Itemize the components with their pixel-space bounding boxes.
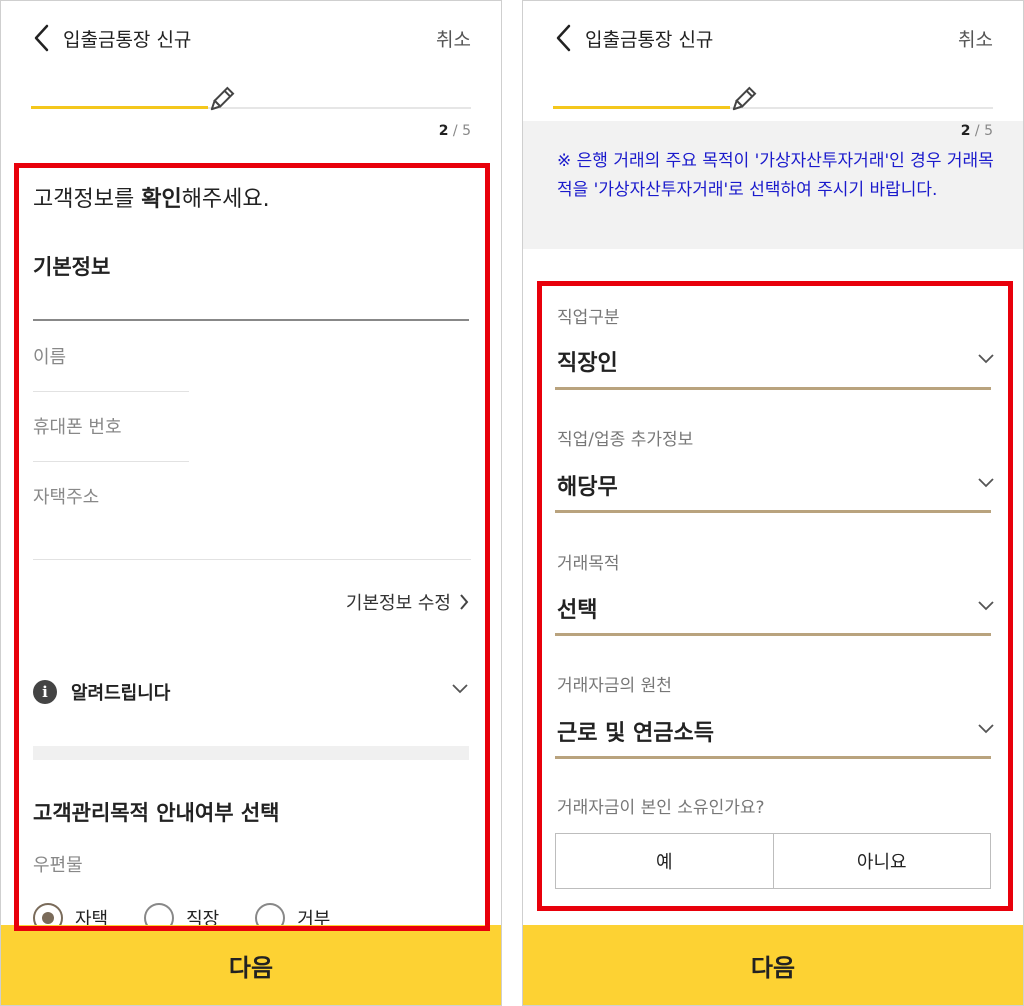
progress-track xyxy=(553,106,993,109)
next-button[interactable]: 다음 xyxy=(523,925,1023,1005)
notice-text: ※ 은행 거래의 주요 목적이 '가상자산투자거래'인 경우 거래목적을 '가상… xyxy=(557,151,994,200)
progress-fill xyxy=(553,106,730,109)
highlight-box xyxy=(537,281,1013,911)
step-total: / 5 xyxy=(452,123,471,139)
header: 입출금통장 신규 취소 xyxy=(523,1,1023,73)
left-screen: 입출금통장 신규 취소 2 / 5 고객정보를 확인해주세요. 기본정보 이름 … xyxy=(0,0,502,1006)
right-screen: 입출금통장 신규 취소 2 / 5 ※ 은행 거래의 주요 목적이 '가상자산투… xyxy=(522,0,1024,1006)
step-total: / 5 xyxy=(974,123,993,139)
step-current: 2 xyxy=(960,123,971,139)
step-indicator: 2 / 5 xyxy=(961,123,993,139)
page-title: 입출금통장 신규 xyxy=(585,29,714,51)
step-current: 2 xyxy=(438,123,449,139)
pencil-icon xyxy=(210,86,235,111)
back-arrow-icon[interactable] xyxy=(31,23,53,53)
next-button[interactable]: 다음 xyxy=(1,925,501,1005)
cancel-button[interactable]: 취소 xyxy=(958,25,993,52)
back-arrow-icon[interactable] xyxy=(553,23,575,53)
pencil-icon xyxy=(732,86,757,111)
progress-fill xyxy=(31,106,208,109)
step-indicator: 2 / 5 xyxy=(439,123,471,139)
highlight-box xyxy=(14,163,490,931)
cancel-button[interactable]: 취소 xyxy=(436,25,471,52)
header: 입출금통장 신규 취소 xyxy=(1,1,501,73)
page-title: 입출금통장 신규 xyxy=(63,29,192,51)
progress-track xyxy=(31,106,471,109)
